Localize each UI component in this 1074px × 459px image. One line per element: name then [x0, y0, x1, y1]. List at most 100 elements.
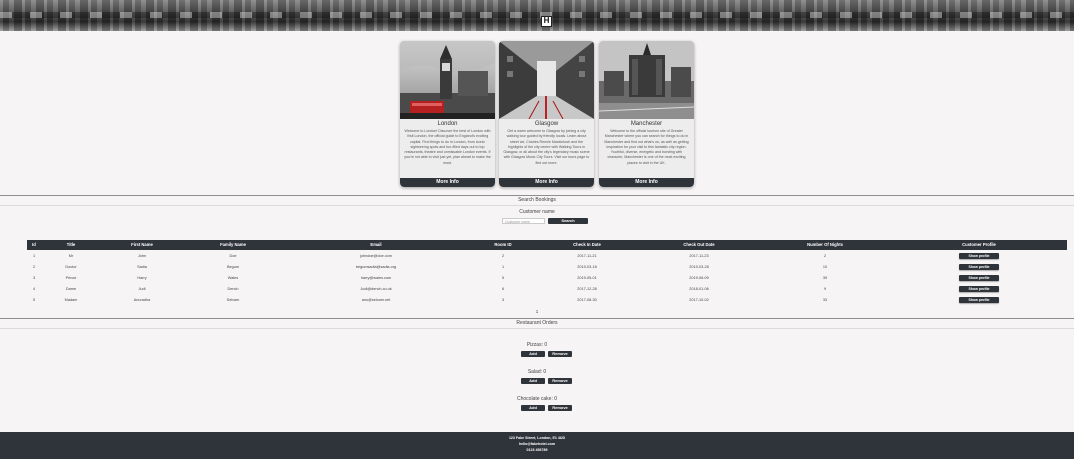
- table-cell: 6: [501, 287, 505, 291]
- order-salad-label: Salad: 0: [527, 369, 547, 375]
- pagination[interactable]: 1: [0, 309, 1074, 314]
- more-info-button-glasgow[interactable]: More Info: [499, 178, 594, 187]
- hotel-logo[interactable]: H: [541, 16, 552, 27]
- table-cell: Dame: [65, 287, 77, 291]
- table-row: 2 Doctor Sadia Begum begumsadia@sadia.org 1 20…: [27, 262, 1067, 273]
- table-cell: 4: [32, 287, 36, 291]
- city-card-glasgow: Glasgow Get a warm welcome to Glasgow by…: [499, 41, 594, 187]
- table-cell: 2018-01-06: [689, 287, 709, 291]
- table-row: 4 Dame Judi Dench Judi@dench.co.uk 6 2017-12-2…: [27, 284, 1067, 295]
- london-image: [400, 41, 495, 119]
- table-cell: 2019-06-09: [689, 276, 709, 280]
- table-cell: 3: [32, 276, 36, 280]
- order-pizza-label: Pizzas: 0: [526, 342, 548, 348]
- table-cell: 5: [501, 276, 505, 280]
- table-cell: 9: [823, 287, 827, 291]
- card-title: Manchester: [630, 121, 663, 127]
- table-cell: Madam: [64, 298, 78, 302]
- show-profile-button[interactable]: Show profile: [959, 253, 999, 259]
- table-cell: 33: [822, 298, 828, 302]
- more-info-button-manchester[interactable]: More Info: [599, 178, 694, 187]
- table-cell: Sadia: [137, 265, 147, 269]
- col-header: Room ID: [494, 242, 512, 247]
- table-row: 5 Madam Anuradha Selvam anu@selvam.net 3 2017-…: [27, 295, 1067, 306]
- divider: [0, 328, 1074, 329]
- table-cell: 2017-12-28: [577, 287, 597, 291]
- more-info-button-london[interactable]: More Info: [400, 178, 495, 187]
- col-header: Title: [66, 242, 76, 247]
- col-header: Check In Date: [573, 242, 601, 247]
- table-cell: 2: [823, 254, 827, 258]
- add-pizza-button[interactable]: Add: [521, 351, 545, 357]
- footer-address: 123 Fake Street, London, E1 4UD: [508, 436, 566, 440]
- table-cell: 3: [501, 298, 505, 302]
- show-profile-button[interactable]: Show profile: [959, 264, 999, 270]
- table-cell: Mr: [68, 254, 74, 258]
- city-card-london: London Welcome to London! Discover the b…: [400, 41, 495, 187]
- col-header: Check Out Date: [683, 242, 715, 247]
- table-cell: 2019-03-18: [577, 265, 597, 269]
- table-cell: 2017-11-21: [577, 254, 597, 258]
- col-header: Id: [32, 242, 36, 247]
- card-title: Glasgow: [534, 121, 559, 127]
- col-header: Family Name: [220, 242, 246, 247]
- table-cell: Doctor: [65, 265, 77, 269]
- col-header: Number Of Nights: [807, 242, 843, 247]
- remove-pizza-button[interactable]: Remove: [548, 351, 572, 357]
- footer: 123 Fake Street, London, E1 4UD hello@fa…: [0, 432, 1074, 459]
- col-header: First Name: [131, 242, 153, 247]
- table-cell: 2: [501, 254, 505, 258]
- table-cell: Prince: [65, 276, 77, 280]
- add-cake-button[interactable]: Add: [521, 405, 545, 411]
- order-cake-label: Chocolate cake: 0: [516, 396, 558, 402]
- table-cell: Begum: [226, 265, 240, 269]
- col-header: Email: [370, 242, 382, 247]
- table-cell: begumsadia@sadia.org: [355, 265, 397, 269]
- manchester-image: [599, 41, 694, 119]
- table-cell: Anuradha: [133, 298, 151, 302]
- search-button[interactable]: Search: [548, 218, 588, 224]
- table-cell: harry@wales.com: [360, 276, 392, 280]
- table-row: 1 Mr John Doe johndoe@doe.com 2 2017-11-21 2017…: [27, 251, 1067, 262]
- table-cell: 2017-11-23: [689, 254, 709, 258]
- customer-name-label: Customer name: [519, 209, 555, 215]
- table-cell: John: [137, 254, 147, 258]
- table-cell: johndoe@doe.com: [360, 254, 392, 258]
- table-cell: 10: [822, 265, 828, 269]
- table-cell: Doe: [229, 254, 237, 258]
- glasgow-image: [499, 41, 594, 119]
- header-banner: [0, 0, 1074, 31]
- table-cell: anu@selvam.net: [361, 298, 391, 302]
- col-header: Customer Profile: [962, 242, 996, 247]
- footer-phone: 0123 456789: [526, 448, 548, 452]
- card-description: Get a warm welcome to Glasgow by joining…: [503, 129, 590, 165]
- divider: [0, 318, 1074, 319]
- card-description: Welcome to London! Discover the best of …: [404, 129, 491, 165]
- show-profile-button[interactable]: Show profile: [959, 275, 999, 281]
- table-cell: Dench: [227, 287, 239, 291]
- table-cell: 1: [32, 254, 36, 258]
- table-cell: Wales: [227, 276, 239, 280]
- table-cell: Selvam: [226, 298, 240, 302]
- footer-email[interactable]: hello@fakehotel.com: [0, 442, 1074, 446]
- table-cell: 39: [822, 276, 828, 280]
- card-description: Welcome to the official tourism site of …: [604, 129, 689, 165]
- search-bookings-title: Search Bookings: [518, 197, 556, 203]
- restaurant-orders-title: Restaurant Orders: [516, 320, 558, 326]
- remove-cake-button[interactable]: Remove: [548, 405, 572, 411]
- divider: [0, 195, 1074, 196]
- table-cell: 2019-05-01: [577, 276, 597, 280]
- table-cell: 5: [32, 298, 36, 302]
- table-cell: 2017-10-02: [689, 298, 709, 302]
- table-cell: 2: [32, 265, 36, 269]
- table-cell: Judi: [138, 287, 146, 291]
- show-profile-button[interactable]: Show profile: [959, 286, 999, 292]
- remove-salad-button[interactable]: Remove: [548, 378, 572, 384]
- add-salad-button[interactable]: Add: [521, 378, 545, 384]
- customer-name-input[interactable]: Customer name: [502, 218, 545, 224]
- table-row: 3 Prince Harry Wales harry@wales.com 5 2019-05…: [27, 273, 1067, 284]
- table-cell: 2019-03-28: [689, 265, 709, 269]
- table-cell: Judi@dench.co.uk: [360, 287, 392, 291]
- card-title: London: [437, 121, 458, 127]
- show-profile-button[interactable]: Show profile: [959, 297, 999, 303]
